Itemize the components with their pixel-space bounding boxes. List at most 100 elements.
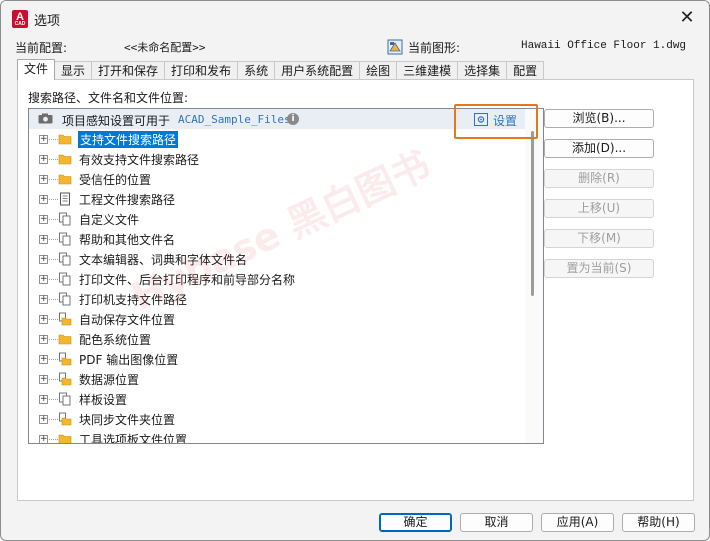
tree-item-print-file-names[interactable]: + 打印文件、后台打印程序和前导部分名称	[29, 269, 525, 289]
set-current-button[interactable]: 置为当前(S)	[544, 259, 654, 278]
apply-button[interactable]: 应用(A)	[541, 513, 614, 532]
help-button[interactable]: 帮助(H)	[622, 513, 695, 532]
expand-icon[interactable]: +	[39, 235, 48, 244]
title-bar: A CAD 选项 ✕	[1, 1, 709, 35]
tree-item-help-files[interactable]: + 帮助和其他文件名	[29, 229, 525, 249]
tab-user-preferences[interactable]: 用户系统配置	[274, 61, 361, 80]
project-aware-text: 项目感知设置可用于	[62, 114, 171, 128]
files-icon	[59, 252, 71, 266]
expand-icon[interactable]: +	[39, 415, 48, 424]
tree-item-printer-support-path[interactable]: + 打印机支持文件路径	[29, 289, 525, 309]
expand-icon[interactable]: +	[39, 435, 48, 443]
tree-scrollbar[interactable]	[525, 109, 543, 443]
tree-item-label: 配色系统位置	[79, 333, 152, 347]
scrollbar-thumb[interactable]	[531, 131, 534, 296]
settings-gear-icon	[474, 113, 488, 126]
project-path-link[interactable]: ACAD_Sample_Files	[178, 113, 291, 126]
document-icon	[60, 192, 70, 206]
tree-item-text-editor-files[interactable]: + 文本编辑器、词典和字体文件名	[29, 249, 525, 269]
tree-item-tool-palettes-location[interactable]: + 工具选项板文件位置	[29, 429, 525, 443]
expand-icon[interactable]: +	[39, 195, 48, 204]
camera-icon	[38, 113, 53, 124]
tab-files[interactable]: 文件	[17, 59, 56, 80]
current-profile-label: 当前配置:	[15, 41, 68, 55]
folder-files-icon	[59, 312, 72, 326]
expand-icon[interactable]: +	[39, 355, 48, 364]
tree-item-label: 打印文件、后台打印程序和前导部分名称	[79, 273, 296, 287]
tab-profiles[interactable]: 配置	[506, 61, 545, 80]
expand-icon[interactable]: +	[39, 255, 48, 264]
tree-item-label: 自定义文件	[79, 213, 140, 227]
expand-icon[interactable]: +	[39, 215, 48, 224]
current-drawing-value: Hawaii Office Floor 1.dwg	[521, 40, 687, 52]
options-tabs: 文件 显示 打开和保存 打印和发布 系统 用户系统配置 绘图 三维建模 选择集 …	[17, 59, 545, 80]
tree-item-trusted-locations[interactable]: + 受信任的位置	[29, 169, 525, 189]
ok-button[interactable]: 确定	[379, 513, 452, 532]
project-settings-button[interactable]: 设置	[456, 112, 522, 128]
tree-item-label: 帮助和其他文件名	[79, 233, 176, 247]
move-down-button[interactable]: 下移(M)	[544, 229, 654, 248]
tree-item-project-search-path[interactable]: + 工程文件搜索路径	[29, 189, 525, 209]
expand-icon[interactable]: +	[39, 315, 48, 324]
files-icon	[59, 292, 71, 306]
move-up-button[interactable]: 上移(U)	[544, 199, 654, 218]
folder-files-icon	[59, 352, 72, 366]
tree-item-template-settings[interactable]: + 样板设置	[29, 389, 525, 409]
tree-item-label: 有效支持文件搜索路径	[79, 153, 200, 167]
folder-icon	[58, 334, 72, 345]
cancel-button[interactable]: 取消	[460, 513, 533, 532]
tree-item-color-book-locations[interactable]: + 配色系统位置	[29, 329, 525, 349]
tab-open-save[interactable]: 打开和保存	[91, 61, 166, 80]
tree-item-data-sources-location[interactable]: + 数据源位置	[29, 369, 525, 389]
search-path-tree[interactable]: 项目感知设置可用于 ACAD_Sample_Files i 设置 + 支持文件搜	[28, 108, 544, 444]
dialog-title: 选项	[34, 14, 61, 29]
expand-icon[interactable]: +	[39, 175, 48, 184]
files-icon	[59, 212, 71, 226]
tab-display[interactable]: 显示	[54, 61, 93, 80]
tree-item-customization-files[interactable]: + 自定义文件	[29, 209, 525, 229]
tab-system[interactable]: 系统	[237, 61, 276, 80]
tree-item-label: 自动保存文件位置	[79, 313, 176, 327]
expand-icon[interactable]: +	[39, 295, 48, 304]
tab-selection[interactable]: 选择集	[457, 61, 508, 80]
autocad-app-icon: A CAD	[12, 10, 28, 28]
folder-files-icon	[59, 412, 72, 426]
tree-item-label: 支持文件搜索路径	[78, 131, 179, 148]
tree-rows: + 支持文件搜索路径 + 有效支持文件搜索路径 + 受信任的位置 + 工程文件搜…	[29, 129, 525, 443]
tree-item-autosave-location[interactable]: + 自动保存文件位置	[29, 309, 525, 329]
tree-item-label: 打印机支持文件路径	[79, 293, 188, 307]
tree-item-label: 块同步文件夹位置	[79, 413, 176, 427]
info-icon[interactable]: i	[287, 113, 299, 125]
remove-button[interactable]: 删除(R)	[544, 169, 654, 188]
profile-row: 当前配置: <<未命名配置>> 当前图形: Hawaii Office Floo…	[1, 37, 709, 57]
tree-item-pdf-image-location[interactable]: + PDF 输出图像位置	[29, 349, 525, 369]
folder-icon	[58, 174, 72, 185]
expand-icon[interactable]: +	[39, 395, 48, 404]
section-label: 搜索路径、文件名和文件位置:	[28, 91, 189, 105]
expand-icon[interactable]: +	[39, 155, 48, 164]
close-icon[interactable]: ✕	[673, 6, 701, 30]
drawing-file-icon	[387, 39, 403, 55]
folder-icon	[58, 434, 72, 443]
add-button[interactable]: 添加(D)...	[544, 139, 654, 158]
tree-item-label: 文本编辑器、词典和字体文件名	[79, 253, 248, 267]
expand-icon[interactable]: +	[39, 375, 48, 384]
tree-item-label: PDF 输出图像位置	[79, 353, 179, 367]
expand-icon[interactable]: +	[39, 335, 48, 344]
expand-icon[interactable]: +	[39, 135, 48, 144]
tree-item-support-file-search-path[interactable]: + 支持文件搜索路径	[29, 129, 525, 149]
browse-button[interactable]: 浏览(B)...	[544, 109, 654, 128]
folder-files-icon	[59, 372, 72, 386]
folder-icon	[58, 154, 72, 165]
options-dialog: A CAD 选项 ✕ 当前配置: <<未命名配置>> 当前图形: Hawaii …	[0, 0, 710, 541]
files-icon	[59, 272, 71, 286]
tree-item-working-support-path[interactable]: + 有效支持文件搜索路径	[29, 149, 525, 169]
tree-item-block-sync-folder[interactable]: + 块同步文件夹位置	[29, 409, 525, 429]
tab-plot-publish[interactable]: 打印和发布	[164, 61, 239, 80]
app-icon-sub: CAD	[14, 21, 26, 27]
expand-icon[interactable]: +	[39, 275, 48, 284]
folder-icon	[58, 134, 72, 145]
tab-3d-modeling[interactable]: 三维建模	[396, 61, 459, 80]
current-drawing-label: 当前图形:	[408, 41, 461, 55]
tab-drafting[interactable]: 绘图	[359, 61, 398, 80]
